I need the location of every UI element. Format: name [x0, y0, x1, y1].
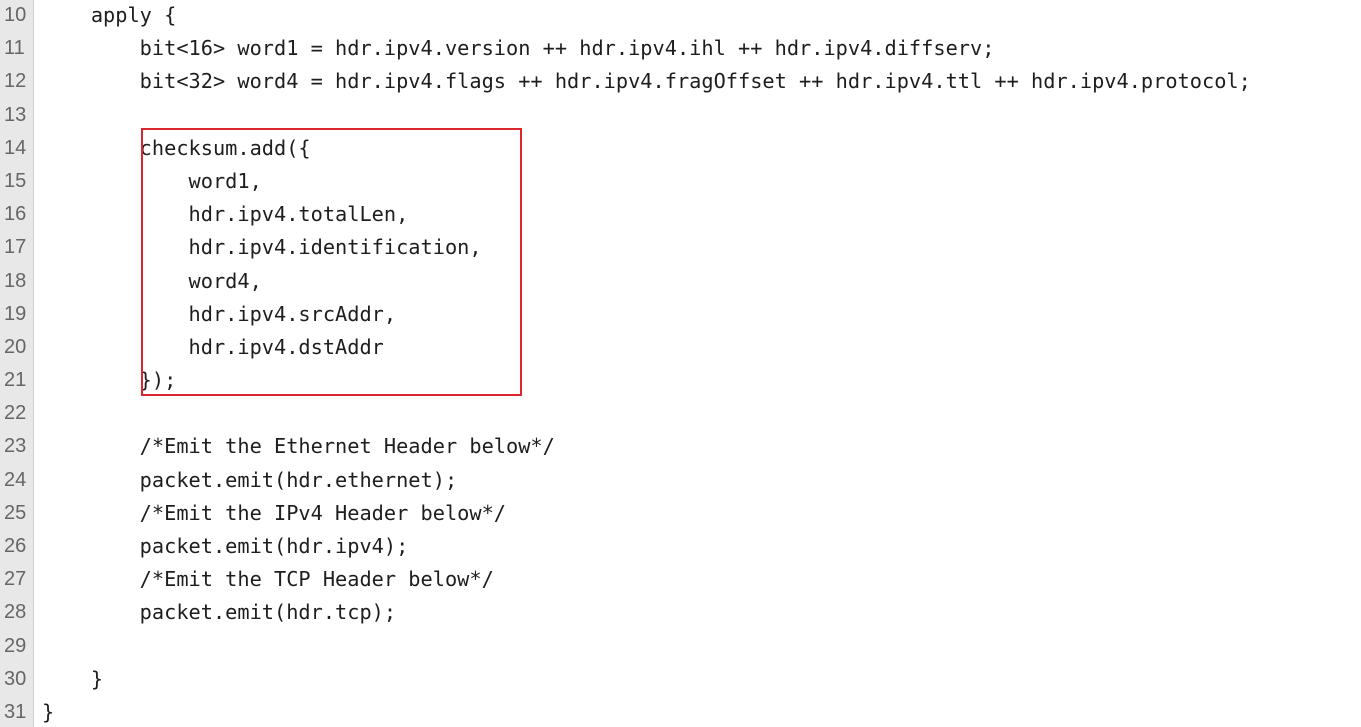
line-number: 16 [4, 203, 27, 226]
code-line[interactable]: packet.emit(hdr.tcp); [42, 597, 1361, 630]
line-number: 27 [4, 568, 27, 591]
code-area[interactable]: apply { bit<16> word1 = hdr.ipv4.version… [34, 0, 1361, 727]
code-line[interactable]: } [42, 664, 1361, 697]
code-line[interactable]: hdr.ipv4.totalLen, [42, 199, 1361, 232]
code-line[interactable]: /*Emit the IPv4 Header below*/ [42, 498, 1361, 531]
code-line[interactable]: bit<16> word1 = hdr.ipv4.version ++ hdr.… [42, 33, 1361, 66]
line-number: 12 [4, 70, 27, 93]
line-number: 11 [4, 37, 25, 60]
line-number: 15 [4, 169, 27, 192]
code-line[interactable]: packet.emit(hdr.ethernet); [42, 465, 1361, 498]
code-line[interactable]: hdr.ipv4.identification, [42, 232, 1361, 265]
line-number: 18 [4, 269, 27, 292]
line-number: 17 [4, 236, 27, 259]
line-number: 13 [4, 103, 27, 126]
code-line[interactable]: word4, [42, 266, 1361, 299]
code-line[interactable]: checksum.add({ [42, 133, 1361, 166]
code-line[interactable] [42, 398, 1361, 431]
line-number: 21 [4, 369, 27, 392]
line-number: 28 [4, 601, 27, 624]
code-line[interactable]: }); [42, 365, 1361, 398]
line-number: 31 [4, 700, 27, 723]
line-number-gutter: 10 11 12 13 14 15 16 17 18 19 20 21 22 2… [0, 0, 34, 727]
code-line[interactable]: bit<32> word4 = hdr.ipv4.flags ++ hdr.ip… [42, 66, 1361, 99]
code-line[interactable]: hdr.ipv4.dstAddr [42, 332, 1361, 365]
code-line[interactable]: word1, [42, 166, 1361, 199]
code-line[interactable]: hdr.ipv4.srcAddr, [42, 299, 1361, 332]
code-line[interactable]: } [42, 697, 1361, 727]
line-number: 30 [4, 667, 27, 690]
code-line[interactable]: /*Emit the TCP Header below*/ [42, 564, 1361, 597]
code-line[interactable]: packet.emit(hdr.ipv4); [42, 531, 1361, 564]
line-number: 24 [4, 468, 27, 491]
line-number: 26 [4, 535, 27, 557]
code-line[interactable] [42, 100, 1361, 133]
line-number: 29 [4, 634, 27, 657]
line-number: 25 [4, 501, 27, 524]
code-line[interactable]: /*Emit the Ethernet Header below*/ [42, 431, 1361, 464]
line-number: 19 [4, 302, 27, 325]
line-number: 20 [4, 335, 27, 358]
line-number: 14 [4, 136, 27, 159]
line-number: 10 [4, 4, 27, 26]
code-editor[interactable]: 10 11 12 13 14 15 16 17 18 19 20 21 22 2… [0, 0, 1361, 727]
code-line[interactable]: apply { [42, 0, 1361, 33]
line-number: 22 [4, 402, 27, 425]
code-line[interactable] [42, 631, 1361, 664]
line-number: 23 [4, 435, 27, 458]
